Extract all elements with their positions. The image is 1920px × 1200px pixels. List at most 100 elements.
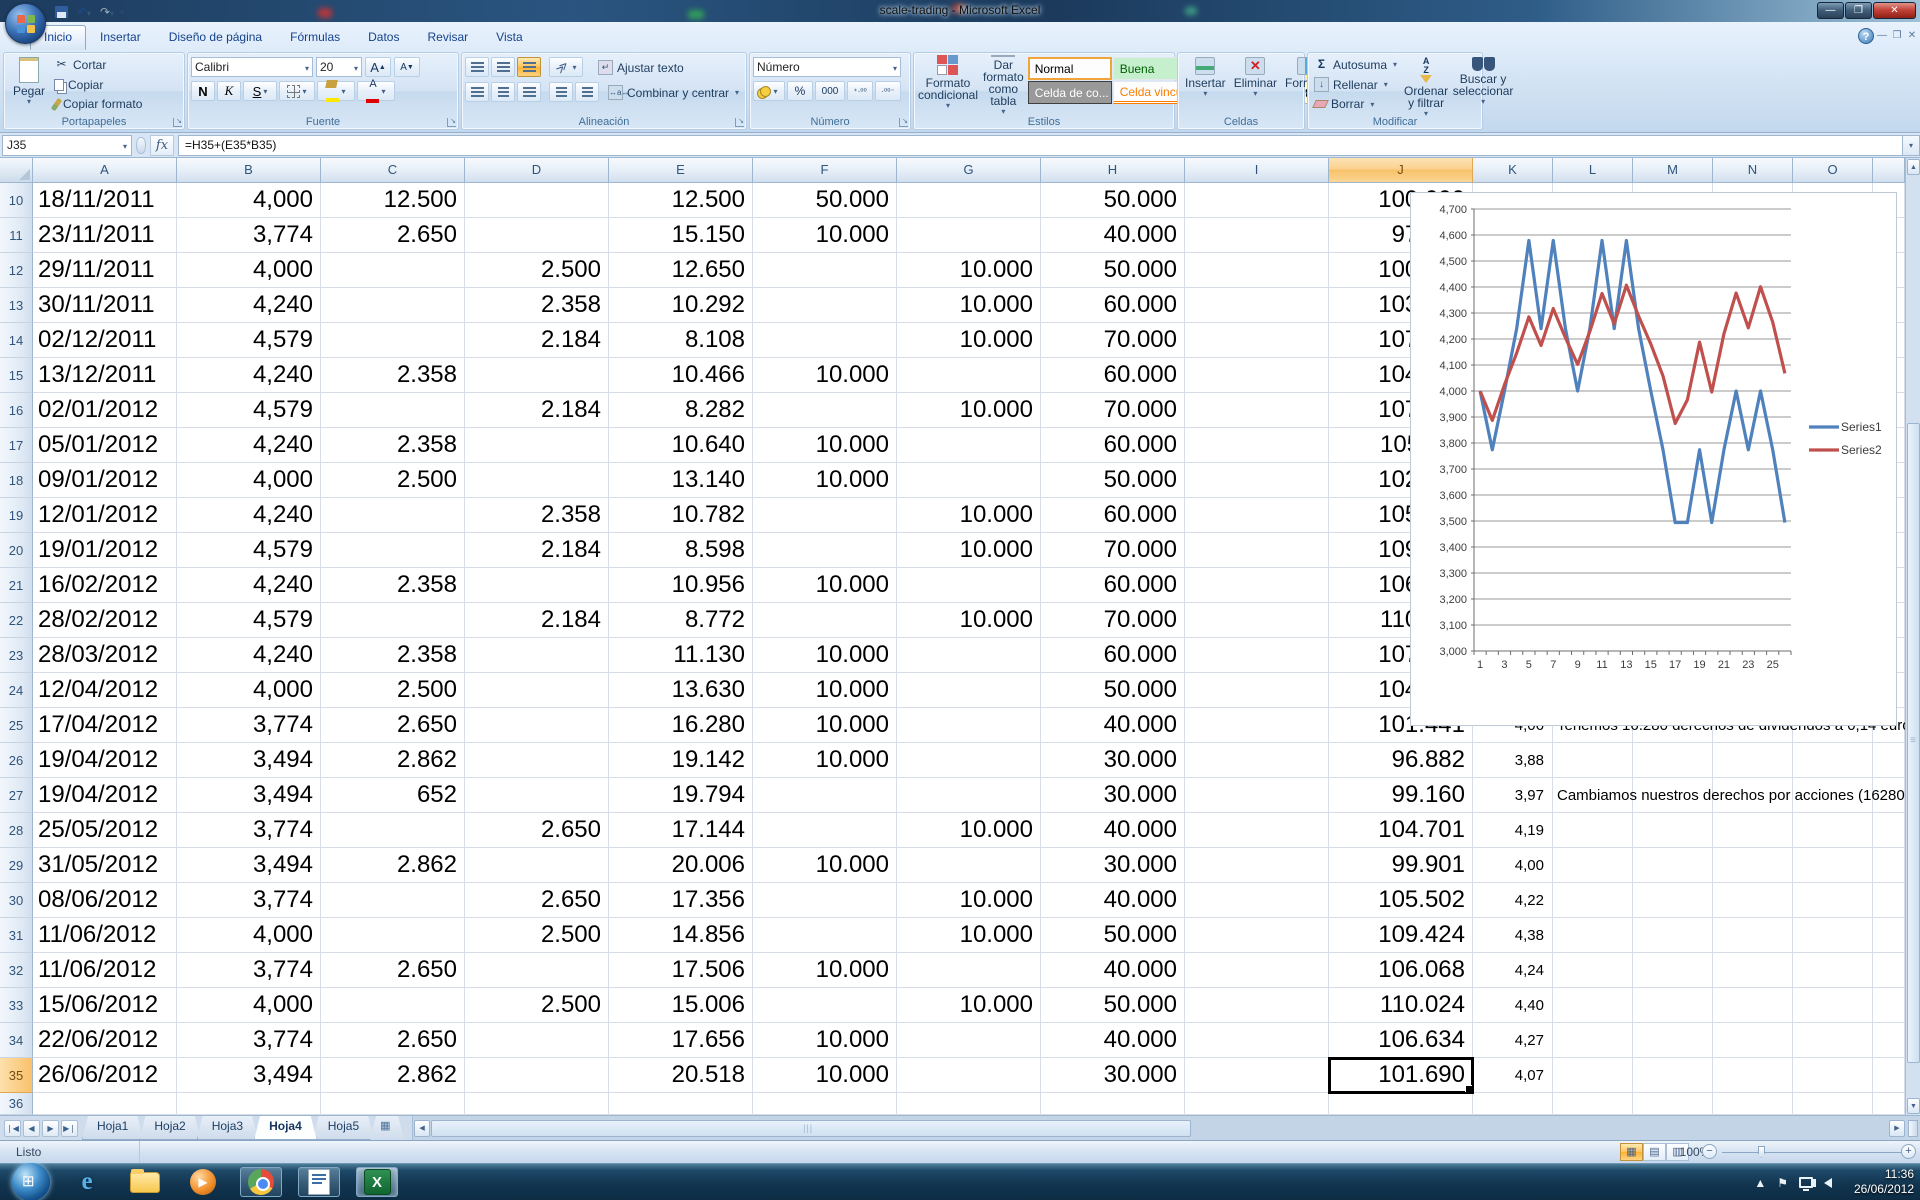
cell-B29[interactable]: 3,494	[177, 848, 321, 883]
sort-filter-button[interactable]: AZ Ordenary filtrar	[1400, 55, 1452, 114]
last-sheet-icon[interactable]: ▶❘	[61, 1120, 78, 1137]
cell-O34[interactable]	[1793, 1023, 1873, 1058]
cell-F36[interactable]	[753, 1093, 897, 1115]
align-right-icon[interactable]	[517, 82, 541, 102]
conditional-format-button[interactable]: Formatocondicional	[917, 55, 979, 114]
column-header-E[interactable]: E	[609, 158, 753, 183]
cell-K34[interactable]: 4,27	[1473, 1023, 1553, 1058]
cell-O26[interactable]	[1793, 743, 1873, 778]
cell-F22[interactable]	[753, 603, 897, 638]
row-header-23[interactable]: 23	[0, 638, 33, 673]
cell-G22[interactable]: 10.000	[897, 603, 1041, 638]
cell-B11[interactable]: 3,774	[177, 218, 321, 253]
fill-color-button[interactable]	[317, 81, 355, 101]
cell-I25[interactable]	[1185, 708, 1329, 743]
cell-I10[interactable]	[1185, 183, 1329, 218]
cell-C33[interactable]	[321, 988, 465, 1023]
name-box[interactable]: J35	[2, 135, 132, 156]
cell-H32[interactable]: 40.000	[1041, 953, 1185, 988]
cell-A30[interactable]: 08/06/2012	[33, 883, 177, 918]
cell-F33[interactable]	[753, 988, 897, 1023]
cell-G14[interactable]: 10.000	[897, 323, 1041, 358]
cell-A34[interactable]: 22/06/2012	[33, 1023, 177, 1058]
cell-M33[interactable]	[1633, 988, 1713, 1023]
cell-E24[interactable]: 13.630	[609, 673, 753, 708]
cell-D12[interactable]: 2.500	[465, 253, 609, 288]
cell-O32[interactable]	[1793, 953, 1873, 988]
cell-G13[interactable]: 10.000	[897, 288, 1041, 323]
cell-F23[interactable]: 10.000	[753, 638, 897, 673]
cell-C18[interactable]: 2.500	[321, 463, 465, 498]
column-header-D[interactable]: D	[465, 158, 609, 183]
cell-B19[interactable]: 4,240	[177, 498, 321, 533]
cell-H10[interactable]: 50.000	[1041, 183, 1185, 218]
cell-E27[interactable]: 19.794	[609, 778, 753, 813]
cell-L28[interactable]	[1553, 813, 1633, 848]
cell-G21[interactable]	[897, 568, 1041, 603]
cell-B23[interactable]: 4,240	[177, 638, 321, 673]
cell-G15[interactable]	[897, 358, 1041, 393]
wrap-text-button[interactable]: ↵Ajustar texto	[595, 57, 687, 78]
cell-D33[interactable]: 2.500	[465, 988, 609, 1023]
cell-J29[interactable]: 99.901	[1329, 848, 1473, 883]
cell-E19[interactable]: 10.782	[609, 498, 753, 533]
tab-datos[interactable]: Datos	[354, 25, 413, 50]
cell-F20[interactable]	[753, 533, 897, 568]
column-header-O[interactable]: O	[1793, 158, 1873, 183]
row-header-20[interactable]: 20	[0, 533, 33, 568]
qat-customize-button[interactable]: ▿	[120, 8, 124, 17]
cell-H31[interactable]: 50.000	[1041, 918, 1185, 953]
row-header-21[interactable]: 21	[0, 568, 33, 603]
decrease-decimal-button[interactable]: ·⁰⁰⁻	[875, 81, 901, 101]
cell-J27[interactable]: 99.160	[1329, 778, 1473, 813]
cell-E36[interactable]	[609, 1093, 753, 1115]
font-name-select[interactable]: Calibri	[191, 57, 313, 77]
expand-formula-bar-icon[interactable]: ▾	[1902, 135, 1920, 156]
cell-K27[interactable]: 3,97	[1473, 778, 1553, 813]
copy-button[interactable]: Copiar	[51, 75, 145, 95]
cell-E35[interactable]: 20.518	[609, 1058, 753, 1093]
cell-E17[interactable]: 10.640	[609, 428, 753, 463]
cell-D27[interactable]	[465, 778, 609, 813]
cell-F26[interactable]: 10.000	[753, 743, 897, 778]
cell-H15[interactable]: 60.000	[1041, 358, 1185, 393]
font-color-button[interactable]: A	[357, 81, 395, 101]
cell-H19[interactable]: 60.000	[1041, 498, 1185, 533]
horizontal-scrollbar[interactable]: ◀ ▶	[412, 1116, 1920, 1140]
cell-N30[interactable]	[1713, 883, 1793, 918]
cell-I30[interactable]	[1185, 883, 1329, 918]
cell-D21[interactable]	[465, 568, 609, 603]
cell-E26[interactable]: 19.142	[609, 743, 753, 778]
cell-B28[interactable]: 3,774	[177, 813, 321, 848]
cell-B20[interactable]: 4,579	[177, 533, 321, 568]
cell-I17[interactable]	[1185, 428, 1329, 463]
cell-C15[interactable]: 2.358	[321, 358, 465, 393]
cell-H28[interactable]: 40.000	[1041, 813, 1185, 848]
cell-C31[interactable]	[321, 918, 465, 953]
cell-N28[interactable]	[1713, 813, 1793, 848]
cell-D19[interactable]: 2.358	[465, 498, 609, 533]
cell-K26[interactable]: 3,88	[1473, 743, 1553, 778]
cell-A14[interactable]: 02/12/2011	[33, 323, 177, 358]
cell-G27[interactable]	[897, 778, 1041, 813]
vertical-scroll-thumb[interactable]	[1907, 423, 1920, 1063]
cell-B13[interactable]: 4,240	[177, 288, 321, 323]
cell-D14[interactable]: 2.184	[465, 323, 609, 358]
row-header-32[interactable]: 32	[0, 953, 33, 988]
cell-I31[interactable]	[1185, 918, 1329, 953]
cell-I20[interactable]	[1185, 533, 1329, 568]
row-header-12[interactable]: 12	[0, 253, 33, 288]
cell-J34[interactable]: 106.634	[1329, 1023, 1473, 1058]
cell-H34[interactable]: 40.000	[1041, 1023, 1185, 1058]
tab-fórmulas[interactable]: Fórmulas	[276, 25, 354, 50]
insert-worksheet-button[interactable]	[370, 1116, 404, 1140]
cell-O36[interactable]	[1793, 1093, 1873, 1115]
column-header-M[interactable]: M	[1633, 158, 1713, 183]
cell-C14[interactable]	[321, 323, 465, 358]
cell-J36[interactable]	[1329, 1093, 1473, 1115]
column-header-K[interactable]: K	[1473, 158, 1553, 183]
cell-H29[interactable]: 30.000	[1041, 848, 1185, 883]
row-header-25[interactable]: 25	[0, 708, 33, 743]
orientation-button[interactable]: ≫	[549, 57, 583, 77]
cell-B36[interactable]	[177, 1093, 321, 1115]
